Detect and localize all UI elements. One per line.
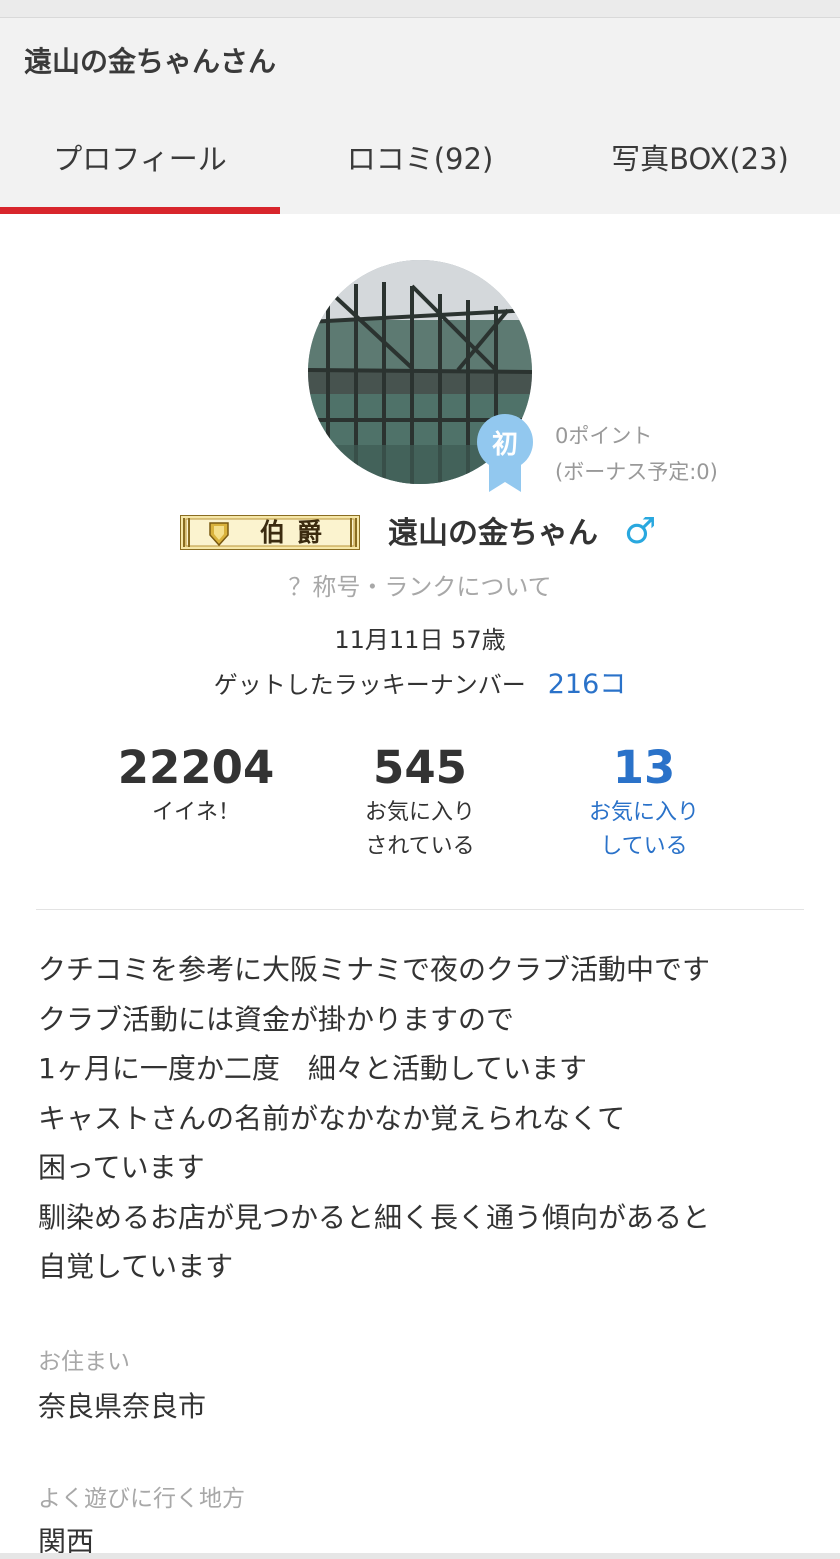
tab-reviews-label: ロコミ(92) — [346, 142, 494, 176]
stat-favorited-by-value: 545 — [373, 741, 467, 794]
points-info: 0ポイント (ボーナス予定:0) — [555, 418, 718, 490]
section-divider — [36, 909, 804, 910]
bio-line: クラブ活動には資金が掛かりますので — [38, 1002, 515, 1036]
male-icon: ♂ — [624, 511, 657, 552]
bio-line: クチコミを参考に大阪ミナミで夜のクラブ活動中です — [38, 953, 711, 986]
tab-reviews[interactable]: ロコミ(92) — [280, 108, 560, 214]
username: 遠山の金ちゃん — [388, 516, 598, 551]
rank-info-link-label: ？称号・ランクについて — [288, 573, 552, 601]
tab-photo-box[interactable]: 写真BOX(23) — [560, 108, 840, 214]
stat-likes-value: 22204 — [117, 741, 275, 794]
tab-profile-label: プロフィール — [53, 142, 227, 176]
birthday-age: 11月11日 57歳 — [334, 626, 506, 654]
lucky-number-label: ゲットしたラッキーナンバー — [213, 671, 526, 699]
bottom-strip — [0, 1553, 840, 1559]
bonus-value: (ボーナス予定:0) — [555, 460, 718, 484]
stat-likes-label: イイネ！ — [151, 800, 240, 825]
page-title: 遠山の金ちゃんさん — [24, 45, 277, 78]
stat-favoriting[interactable]: 13 お気に入り している — [524, 740, 764, 864]
profile-header: 遠山の金ちゃんさん プロフィール ロコミ(92) 写真BOX(23) — [0, 18, 840, 214]
residence-label: お住まい — [38, 1349, 130, 1375]
stat-favorited-by-label-2: されている — [365, 834, 475, 859]
stat-favoriting-value: 13 — [612, 741, 676, 794]
rank-badge: 初 — [473, 414, 537, 494]
rank-info-link[interactable]: ？称号・ランクについて — [0, 567, 840, 602]
bio-line: 1ヶ月に一度か二度 細々と活動しています — [38, 1052, 587, 1085]
bio-line: 馴染めるお店が見つかると細く長く通う傾向があると — [38, 1200, 711, 1234]
stat-favoriting-label-1: お気に入り — [588, 800, 699, 825]
area-label: よく遊びに行く地方 — [38, 1486, 245, 1512]
bio-line: 困っています — [38, 1151, 205, 1184]
bio-text: クチコミを参考に大阪ミナミで夜のクラブ活動中です クラブ活動には資金が掛かります… — [38, 945, 828, 1292]
rank-badge-label: 初 — [491, 430, 518, 460]
stat-likes: 22204 イイネ！ — [76, 740, 316, 830]
tab-photo-box-label: 写真BOX(23) — [611, 142, 789, 176]
bio-line: キャストさんの名前がなかなか覚えられなくて — [38, 1101, 626, 1135]
stat-favoriting-label-2: している — [600, 834, 688, 859]
tab-bar: プロフィール ロコミ(92) 写真BOX(23) — [0, 108, 840, 214]
title-badge: 伯爵 — [179, 514, 361, 551]
residence-value: 奈良県奈良市 — [38, 1390, 207, 1423]
lucky-number-row: ゲットしたラッキーナンバー 216コ — [0, 662, 840, 701]
tab-profile[interactable]: プロフィール — [0, 108, 280, 214]
bio-line: 自覚しています — [38, 1250, 234, 1283]
title-badge-label: 伯爵 — [259, 518, 334, 547]
stat-favorited-by-label-1: お気に入り — [364, 800, 475, 825]
top-strip — [0, 0, 840, 18]
stat-favorited-by: 545 お気に入り されている — [300, 740, 540, 864]
lucky-number-count[interactable]: 216コ — [548, 662, 627, 701]
points-value: 0ポイント — [555, 424, 653, 448]
